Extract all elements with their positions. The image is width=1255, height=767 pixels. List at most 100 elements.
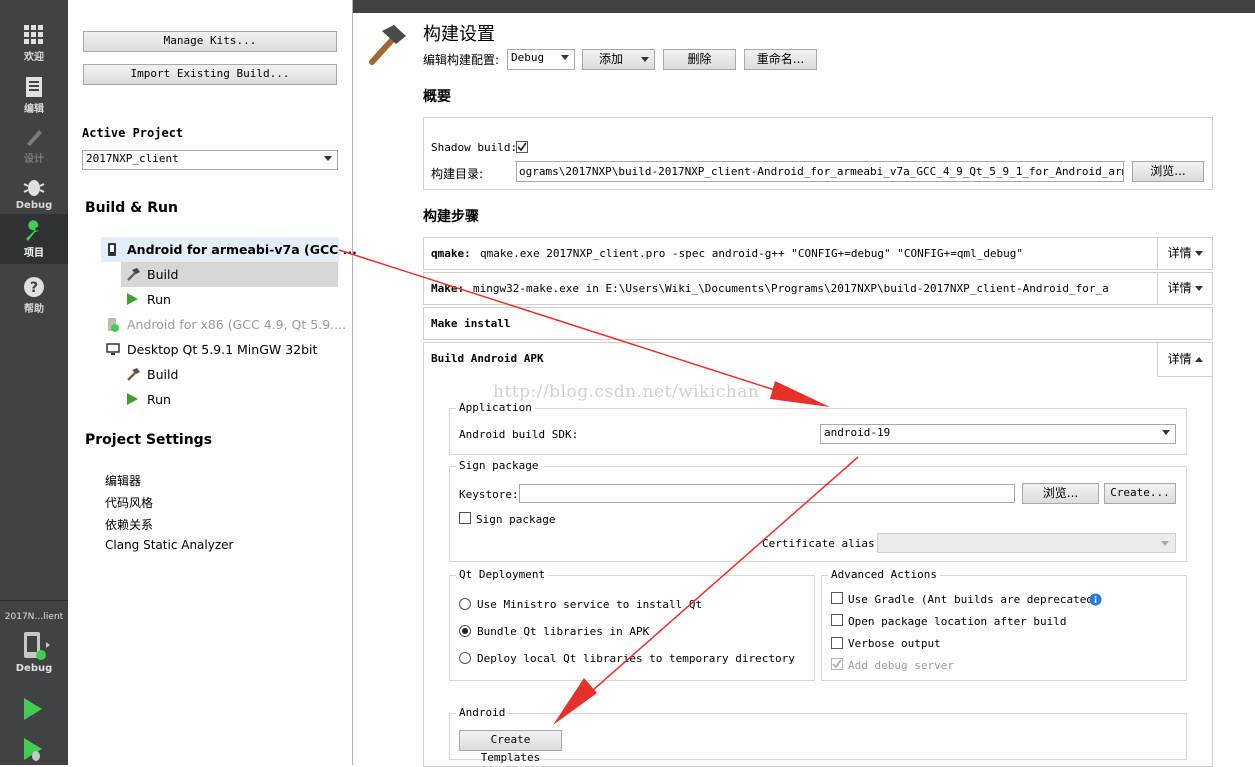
use-gradle-checkbox[interactable] [831, 592, 843, 604]
kit-name: Desktop Qt 5.9.1 MinGW 32bit [127, 342, 318, 357]
settings-code-style[interactable]: 代码风格 [105, 494, 153, 511]
mode-debug[interactable]: Debug [0, 170, 68, 220]
wrench-icon [26, 220, 39, 241]
group-title: Android [456, 706, 509, 719]
chevron-down-icon [641, 57, 649, 62]
create-templates-button[interactable]: Create Templates [459, 730, 562, 764]
mode-edit[interactable]: 编辑 [0, 70, 68, 120]
run-icon [127, 393, 138, 405]
mode-bar: 欢迎 编辑 设计 Debug 项目 ? 帮助 2017N…lient Debug [0, 0, 68, 765]
create-keystore-button[interactable]: Create... [1104, 483, 1176, 504]
kit-child-label: Run [147, 392, 171, 407]
advanced-option-label: Add debug server [848, 659, 954, 672]
chevron-down-icon [1195, 286, 1204, 291]
details-label: 详情 [1167, 352, 1192, 366]
step-details-button[interactable]: 详情 [1157, 238, 1213, 269]
deploy-ministro-radio[interactable] [459, 598, 471, 610]
settings-clang-analyzer[interactable]: Clang Static Analyzer [105, 538, 233, 552]
kit-mode-label: Debug [15, 663, 53, 674]
build-step-qmake: qmake: qmake.exe 2017NXP_client.pro -spe… [423, 237, 1213, 270]
check-icon [517, 142, 527, 152]
android-device-icon [108, 243, 116, 256]
keystore-label: Keystore: [459, 488, 519, 501]
mode-projects[interactable]: 项目 [0, 214, 68, 264]
kit-name: Android for x86 (GCC 4.9, Qt 5.9.... [127, 317, 347, 332]
delete-config-button[interactable]: 删除 [663, 49, 736, 70]
kit-desktop-build[interactable]: Build [121, 362, 338, 387]
chevron-down-icon [1162, 430, 1170, 435]
mode-welcome[interactable]: 欢迎 [0, 18, 68, 68]
debug-run-icon [24, 738, 42, 761]
build-steps-header: 构建步骤 [423, 209, 479, 225]
kit-child-label: Run [147, 292, 171, 307]
shadow-build-checkbox[interactable] [516, 141, 528, 153]
advanced-option-label: Use Gradle (Ant builds are deprecated) [848, 593, 1100, 606]
run-button[interactable] [22, 697, 44, 724]
certificate-alias-combo[interactable] [877, 533, 1176, 553]
chevron-down-icon [324, 156, 332, 161]
step-details-button[interactable]: 详情 [1157, 343, 1213, 377]
kit-selector[interactable] [20, 630, 50, 665]
kit-desktop-run[interactable]: Run [121, 387, 338, 412]
kit-android-armv7-run[interactable]: Run [121, 287, 338, 312]
add-debug-server-checkbox[interactable] [831, 658, 843, 670]
browse-keystore-button[interactable]: 浏览... [1022, 483, 1099, 504]
build-step-make: Make: mingw32-make.exe in E:\Users\Wiki_… [423, 272, 1213, 305]
chevron-up-icon [1195, 357, 1204, 362]
mode-design[interactable]: 设计 [0, 120, 68, 170]
overview-header: 概要 [423, 89, 451, 105]
deploy-option-label: Use Ministro service to install Qt [477, 598, 703, 611]
verbose-output-checkbox[interactable] [831, 637, 843, 649]
step-details-button[interactable]: 详情 [1157, 273, 1213, 304]
info-icon[interactable] [1089, 593, 1102, 606]
mode-label: 项目 [24, 248, 44, 259]
group-title: Qt Deployment [456, 568, 549, 581]
sign-package-checkbox[interactable] [459, 512, 471, 524]
hammer-icon [127, 368, 140, 381]
kit-desktop-mingw[interactable]: Desktop Qt 5.9.1 MinGW 32bit [101, 337, 339, 362]
check-icon [832, 659, 842, 669]
details-label: 详情 [1167, 246, 1192, 260]
mode-help[interactable]: ? 帮助 [0, 270, 68, 320]
build-dir-label: 构建目录: [431, 167, 484, 181]
deploy-local-radio[interactable] [459, 652, 471, 664]
step-name: Make install [431, 317, 511, 330]
kit-project-label: 2017N…lient [4, 612, 64, 622]
hammer-icon [127, 268, 140, 281]
project-sidebar: Manage Kits... Import Existing Build... … [68, 0, 357, 765]
add-config-button[interactable]: 添加 [582, 49, 655, 70]
svg-text:?: ? [30, 280, 38, 296]
divider [0, 600, 68, 601]
build-dir-input[interactable]: ograms\2017NXP\build-2017NXP_client-Andr… [516, 161, 1124, 182]
sign-package-label: Sign package [476, 513, 556, 526]
deploy-bundle-radio[interactable] [459, 625, 471, 637]
settings-editor[interactable]: 编辑器 [105, 472, 141, 489]
keystore-input[interactable] [519, 484, 1015, 503]
help-icon: ? [24, 277, 44, 297]
open-package-checkbox[interactable] [831, 614, 843, 626]
kit-android-armv7-build[interactable]: Build [121, 262, 338, 287]
kit-android-armv7[interactable]: Android for armeabi-v7a (GCC ... [101, 237, 357, 262]
sdk-combo[interactable]: android-19 [820, 424, 1176, 444]
config-combo[interactable]: Debug [507, 49, 575, 70]
kit-android-x86[interactable]: Android for x86 (GCC 4.9, Qt 5.9.... [101, 312, 346, 337]
settings-dependencies[interactable]: 依赖关系 [105, 516, 153, 533]
manage-kits-button[interactable]: Manage Kits... [83, 31, 337, 52]
step-command: qmake.exe 2017NXP_client.pro -spec andro… [480, 247, 1024, 260]
step-name: Build Android APK [431, 352, 544, 365]
browse-build-dir-button[interactable]: 浏览... [1132, 161, 1204, 182]
active-project-combo[interactable]: 2017NXP_client [82, 150, 338, 170]
mode-label: 编辑 [24, 104, 44, 115]
edit-config-label: 编辑构建配置: [423, 53, 500, 67]
debug-run-button[interactable] [22, 737, 44, 764]
mode-label: 欢迎 [24, 52, 44, 63]
active-project-value: 2017NXP_client [86, 152, 179, 165]
run-icon [24, 698, 42, 720]
sdk-value: android-19 [824, 426, 891, 439]
kit-child-label: Build [147, 267, 179, 282]
sdk-label: Android build SDK: [459, 428, 579, 441]
shadow-build-label: Shadow build: [431, 141, 518, 154]
rename-config-button[interactable]: 重命名... [744, 49, 817, 70]
mode-label: 帮助 [24, 304, 44, 315]
import-build-button[interactable]: Import Existing Build... [83, 64, 337, 85]
